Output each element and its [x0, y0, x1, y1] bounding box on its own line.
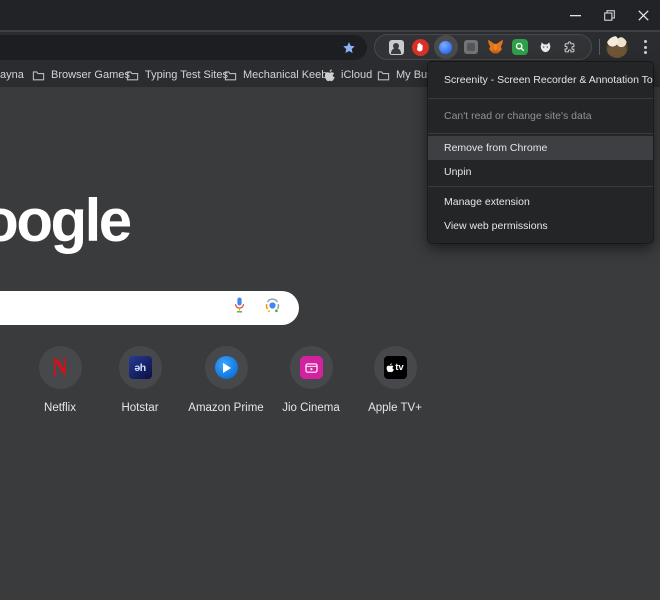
- apple-icon: [386, 363, 394, 373]
- shortcut-hotstar[interactable]: ǝh Hotstar: [98, 346, 182, 414]
- folder-icon: [126, 70, 139, 81]
- tile-circle: ǝh: [119, 346, 162, 389]
- shortcut-netflix[interactable]: N Netflix: [18, 346, 102, 414]
- google-logo: Google: [0, 186, 130, 255]
- search-bar[interactable]: [0, 291, 299, 325]
- screenity-icon: [439, 41, 452, 54]
- hotstar-icon: ǝh: [129, 356, 152, 379]
- bookmark-label: ayna: [0, 69, 24, 81]
- jio-cinema-icon: [300, 356, 323, 379]
- ext-screenity-button[interactable]: [434, 35, 458, 59]
- folder-icon: [377, 70, 390, 81]
- apple-tv-icon: tv: [384, 356, 407, 379]
- prime-video-icon: [215, 356, 238, 379]
- close-button[interactable]: [626, 0, 660, 30]
- tile-label: Apple TV+: [368, 402, 422, 414]
- menu-item-view-web-permissions[interactable]: View web permissions: [428, 214, 653, 238]
- extensions-puzzle-icon: [562, 40, 577, 55]
- cat-icon: [539, 41, 552, 54]
- tile-circle: [205, 346, 248, 389]
- mic-icon: [233, 297, 246, 315]
- tile-label: Jio Cinema: [282, 402, 340, 414]
- voice-search-button[interactable]: [233, 297, 246, 320]
- ext-metamask-button[interactable]: [483, 35, 507, 59]
- metamask-fox-icon: [487, 39, 504, 55]
- tile-label: Netflix: [44, 402, 76, 414]
- minimize-icon: [570, 10, 581, 21]
- tile-label: Hotstar: [121, 402, 158, 414]
- extensions-menu-button[interactable]: [558, 35, 582, 59]
- menu-item-remove-from-chrome[interactable]: Remove from Chrome: [428, 136, 653, 160]
- bookmark-folder-browser-games[interactable]: Browser Games: [32, 63, 130, 87]
- toolbar-separator: [599, 39, 600, 55]
- bookmark-label: Browser Games: [51, 69, 130, 81]
- bookmark-star-icon: [342, 41, 356, 55]
- gray-square-icon: [464, 40, 478, 54]
- extension-site-data-status: Can't read or change site's data: [428, 99, 653, 133]
- bookmark-label: iCloud: [341, 69, 372, 81]
- chrome-menu-button[interactable]: [637, 36, 653, 58]
- lens-search-button[interactable]: [264, 297, 281, 319]
- hand-stop-icon: [412, 39, 429, 56]
- shortcut-apple-tv[interactable]: tv Apple TV+: [353, 346, 437, 414]
- address-bar[interactable]: [0, 35, 367, 60]
- bookmark-folder-typing-test-sites[interactable]: Typing Test Sites: [126, 63, 228, 87]
- bookmark-item-ayna[interactable]: ayna: [0, 63, 24, 87]
- ext-adblock-button[interactable]: [409, 35, 433, 59]
- extension-menu-title: Screenity - Screen Recorder & Annotation…: [428, 62, 653, 98]
- ext-green-search-button[interactable]: [508, 35, 532, 59]
- bookmark-item-icloud[interactable]: iCloud: [324, 63, 372, 87]
- magnifier-icon: [512, 39, 528, 55]
- apple-icon: [324, 69, 335, 82]
- ext-person-icon: [389, 40, 404, 55]
- restore-icon: [604, 10, 615, 21]
- menu-item-manage-extension[interactable]: Manage extension: [428, 190, 653, 214]
- shortcut-jio-cinema[interactable]: Jio Cinema: [269, 346, 353, 414]
- close-icon: [638, 10, 649, 21]
- shortcut-amazon-prime[interactable]: Amazon Prime: [184, 346, 268, 414]
- bookmark-folder-my-business[interactable]: My Busi: [377, 63, 435, 87]
- netflix-icon: N: [52, 353, 67, 382]
- ext-person-button[interactable]: [384, 35, 408, 59]
- ext-gray-square-button[interactable]: [459, 35, 483, 59]
- bookmark-label: Mechanical Keeb: [243, 69, 327, 81]
- menu-item-unpin[interactable]: Unpin: [428, 160, 653, 184]
- bookmark-label: Typing Test Sites: [145, 69, 228, 81]
- title-bar: [0, 0, 660, 30]
- tile-circle: [290, 346, 333, 389]
- extensions-pill: [374, 34, 592, 60]
- ext-cat-button[interactable]: [533, 35, 557, 59]
- profile-avatar[interactable]: [606, 36, 628, 58]
- screenity-active-highlight: [434, 35, 458, 59]
- folder-icon: [224, 70, 237, 81]
- kebab-dot: [644, 46, 647, 49]
- kebab-dot: [644, 51, 647, 54]
- shortcut-tiles: N Netflix ǝh Hotstar Amazon Prime Jio Ci…: [0, 346, 440, 416]
- restore-button[interactable]: [592, 0, 626, 30]
- kebab-dot: [644, 40, 647, 43]
- bookmark-star-button[interactable]: [341, 40, 357, 56]
- folder-icon: [32, 70, 45, 81]
- tile-label: Amazon Prime: [188, 402, 263, 414]
- extension-context-menu: Screenity - Screen Recorder & Annotation…: [428, 62, 653, 243]
- tile-circle: N: [39, 346, 82, 389]
- bookmark-folder-mechanical-keeb[interactable]: Mechanical Keeb: [224, 63, 327, 87]
- minimize-button[interactable]: [558, 0, 592, 30]
- browser-window: ayna Browser Games Typing Test Sites Mec…: [0, 0, 660, 600]
- tile-circle: tv: [374, 346, 417, 389]
- google-lens-icon: [264, 297, 281, 314]
